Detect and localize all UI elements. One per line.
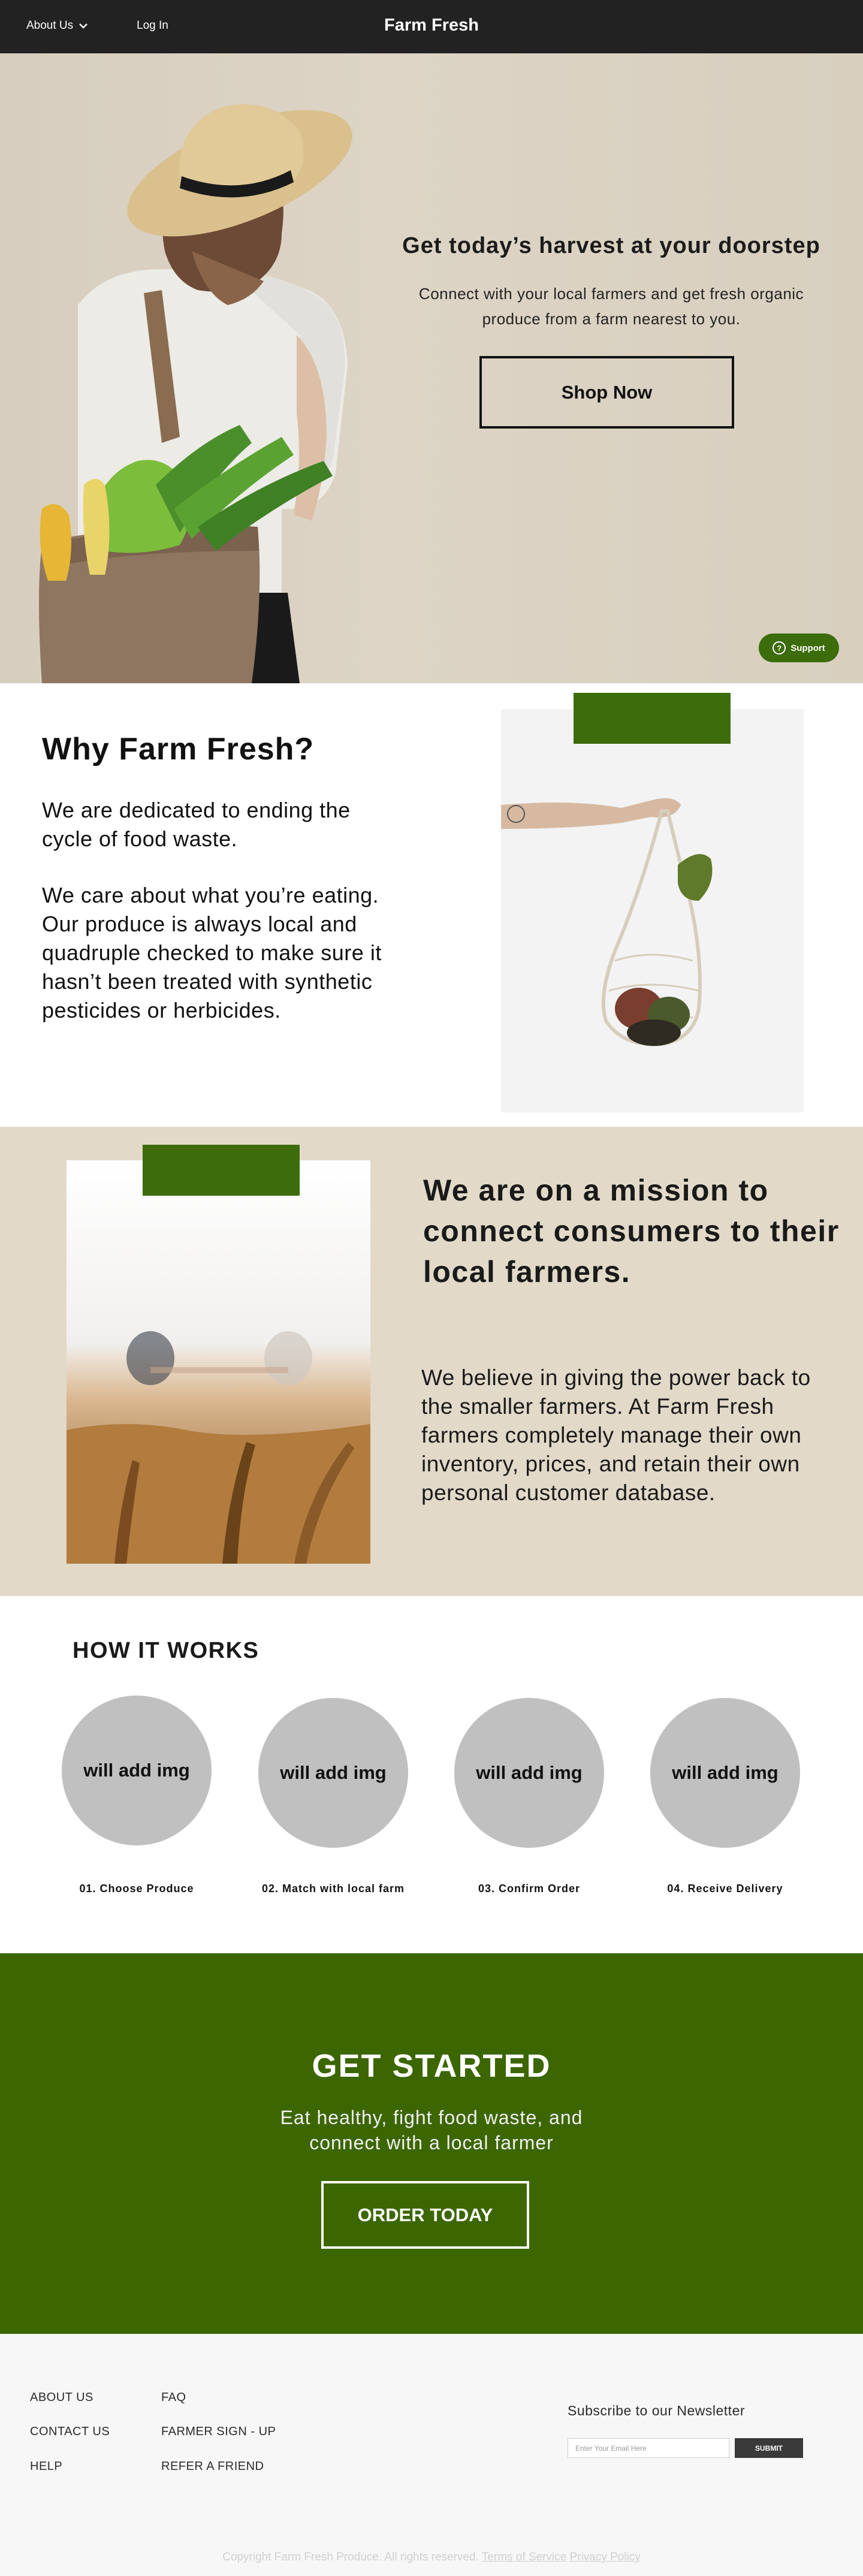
why-farm-fresh-section: Why Farm Fresh? We are dedicated to endi… bbox=[0, 683, 863, 1127]
get-started-title: GET STARTED bbox=[312, 2048, 551, 2084]
terms-of-service-link[interactable]: Terms of Service bbox=[482, 2551, 566, 2563]
about-us-label: About Us bbox=[26, 19, 74, 32]
footer-link-farmer-sign-up[interactable]: FARMER SIGN - UP bbox=[161, 2425, 276, 2439]
footer-link-about-us[interactable]: ABOUT US bbox=[30, 2391, 93, 2405]
hero-woman-with-produce-bag-image bbox=[39, 104, 352, 683]
hero-headline: Get today’s harvest at your doorstep bbox=[402, 233, 820, 258]
hero-subheadline: Connect with your local farmers and get … bbox=[418, 285, 804, 328]
step-image-placeholder: will add img bbox=[454, 1698, 604, 1848]
newsletter-email-input[interactable] bbox=[568, 2438, 729, 2458]
step-label: 04. Receive Delivery bbox=[667, 1883, 783, 1895]
footer-link-faq[interactable]: FAQ bbox=[161, 2391, 186, 2405]
get-started-section: GET STARTED Eat healthy, fight food wast… bbox=[0, 1953, 863, 2334]
decorative-green-tab bbox=[574, 693, 731, 744]
step-image-placeholder: will add img bbox=[62, 1696, 212, 1845]
top-navigation-bar: About Us Log In Farm Fresh bbox=[0, 0, 863, 53]
how-it-works-title: HOW IT WORKS bbox=[73, 1638, 259, 1663]
copyright-text: Copyright Farm Fresh Produce. All rights… bbox=[222, 2551, 479, 2563]
hero-section: Get today’s harvest at your doorstep Con… bbox=[0, 53, 863, 683]
support-button[interactable]: ? Support bbox=[759, 634, 839, 662]
brand-logo-text: Farm Fresh bbox=[384, 16, 479, 35]
mission-section: We are on a mission to connect consumers… bbox=[0, 1127, 863, 1596]
why-paragraph-quality: We care about what you’re eating. Our pr… bbox=[42, 883, 382, 1022]
newsletter-title: Subscribe to our Newsletter bbox=[568, 2403, 746, 2418]
decorative-green-tab bbox=[143, 1145, 300, 1196]
question-icon: ? bbox=[773, 641, 786, 654]
mission-description: We believe in giving the power back to t… bbox=[421, 1365, 811, 1505]
get-started-subtitle: Eat healthy, fight food waste, and conne… bbox=[280, 2107, 583, 2153]
wheat-field-handshake-image bbox=[67, 1160, 370, 1564]
footer-link-contact-us[interactable]: CONTACT US bbox=[30, 2425, 110, 2439]
order-today-button[interactable]: ORDER TODAY bbox=[321, 2181, 529, 2249]
footer-link-help[interactable]: HELP bbox=[30, 2460, 62, 2474]
log-in-link[interactable]: Log In bbox=[137, 19, 168, 32]
about-us-menu[interactable]: About Us bbox=[26, 19, 89, 32]
privacy-policy-link[interactable]: Privacy Policy bbox=[570, 2551, 641, 2563]
step-image-placeholder: will add img bbox=[650, 1698, 800, 1848]
step-image-placeholder: will add img bbox=[258, 1698, 408, 1848]
why-section-title: Why Farm Fresh? bbox=[42, 732, 315, 767]
copyright-line: Copyright Farm Fresh Produce. All rights… bbox=[0, 2551, 863, 2564]
site-footer: ABOUT US CONTACT US HELP FAQ FARMER SIGN… bbox=[0, 2334, 863, 2576]
mission-headline: We are on a mission to connect consumers… bbox=[423, 1174, 840, 1289]
newsletter-submit-button[interactable]: SUBMIT bbox=[735, 2438, 803, 2458]
footer-link-refer-a-friend[interactable]: REFER A FRIEND bbox=[161, 2460, 264, 2474]
produce-net-bag-image bbox=[501, 709, 804, 1112]
how-it-works-section: HOW IT WORKS will add img will add img w… bbox=[0, 1596, 863, 1953]
why-paragraph-food-waste: We are dedicated to ending the cycle of … bbox=[42, 798, 351, 851]
step-label: 02. Match with local farm bbox=[261, 1883, 405, 1895]
shop-now-button[interactable]: Shop Now bbox=[479, 356, 734, 429]
step-label: 01. Choose Produce bbox=[79, 1883, 194, 1895]
support-label: Support bbox=[790, 643, 825, 653]
chevron-down-icon bbox=[79, 23, 88, 29]
step-label: 03. Confirm Order bbox=[478, 1883, 581, 1895]
